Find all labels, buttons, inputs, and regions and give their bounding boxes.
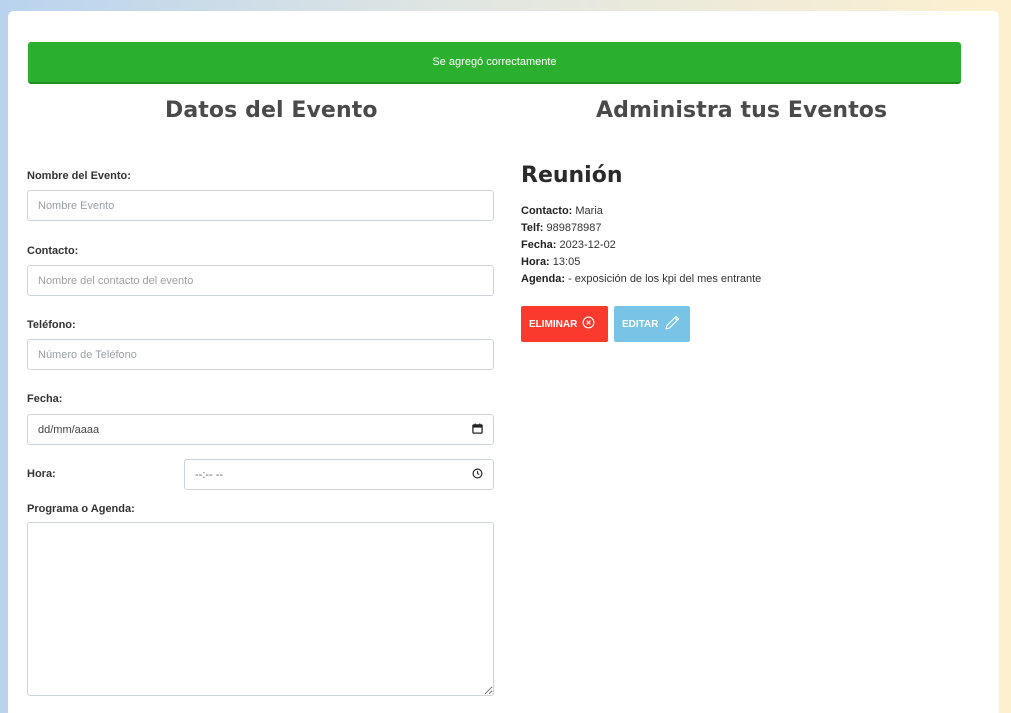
event-time-label: Hora:: [521, 256, 550, 268]
contact-label: Contacto:: [27, 245, 79, 257]
event-time-value: 13:05: [552, 256, 581, 268]
event-name-label: Nombre del Evento:: [27, 170, 131, 182]
event-phone: Telf: 989878987: [521, 222, 602, 234]
agenda-label: Programa o Agenda:: [27, 503, 135, 515]
event-date-value: 2023-12-02: [559, 239, 616, 251]
time-label: Hora:: [27, 468, 56, 480]
event-phone-label: Telf:: [521, 222, 544, 234]
phone-label: Teléfono:: [27, 319, 76, 331]
time-value: --:-- --: [195, 468, 224, 481]
event-agenda-value: - exposición de los kpi del mes entrante: [568, 273, 762, 285]
success-alert: Se agregó correctamente: [28, 42, 961, 84]
contact-input[interactable]: [27, 265, 494, 296]
date-value: dd/mm/aaaa: [38, 423, 100, 436]
edit-button-label: EDITAR: [622, 318, 659, 330]
event-phone-value: 989878987: [546, 222, 602, 234]
events-title: Administra tus Eventos: [596, 98, 888, 123]
time-input[interactable]: --:-- --: [184, 459, 494, 490]
event-contact-label: Contacto:: [521, 205, 573, 217]
date-input[interactable]: dd/mm/aaaa: [27, 414, 494, 445]
form-title: Datos del Evento: [165, 98, 378, 123]
clock-icon[interactable]: [472, 468, 483, 482]
delete-button-label: ELIMINAR: [529, 318, 578, 330]
event-name-input[interactable]: [27, 190, 494, 221]
edit-button[interactable]: EDITAR: [614, 306, 690, 342]
event-time: Hora: 13:05: [521, 256, 580, 268]
date-label: Fecha:: [27, 393, 63, 405]
delete-button[interactable]: ELIMINAR: [521, 306, 608, 342]
pencil-icon: [663, 314, 681, 335]
close-circle-icon: [582, 316, 595, 332]
agenda-textarea[interactable]: [27, 522, 494, 696]
phone-input[interactable]: [27, 339, 494, 370]
event-date: Fecha: 2023-12-02: [521, 239, 616, 251]
event-date-label: Fecha:: [521, 239, 557, 251]
alert-message: Se agregó correctamente: [432, 56, 557, 68]
event-agenda: Agenda: - exposición de los kpi del mes …: [521, 273, 761, 285]
calendar-icon[interactable]: [472, 422, 483, 437]
event-agenda-label: Agenda:: [521, 273, 565, 285]
event-contact: Contacto: Maria: [521, 205, 603, 217]
event-contact-value: Maria: [575, 205, 603, 217]
event-title: Reunión: [521, 163, 623, 188]
